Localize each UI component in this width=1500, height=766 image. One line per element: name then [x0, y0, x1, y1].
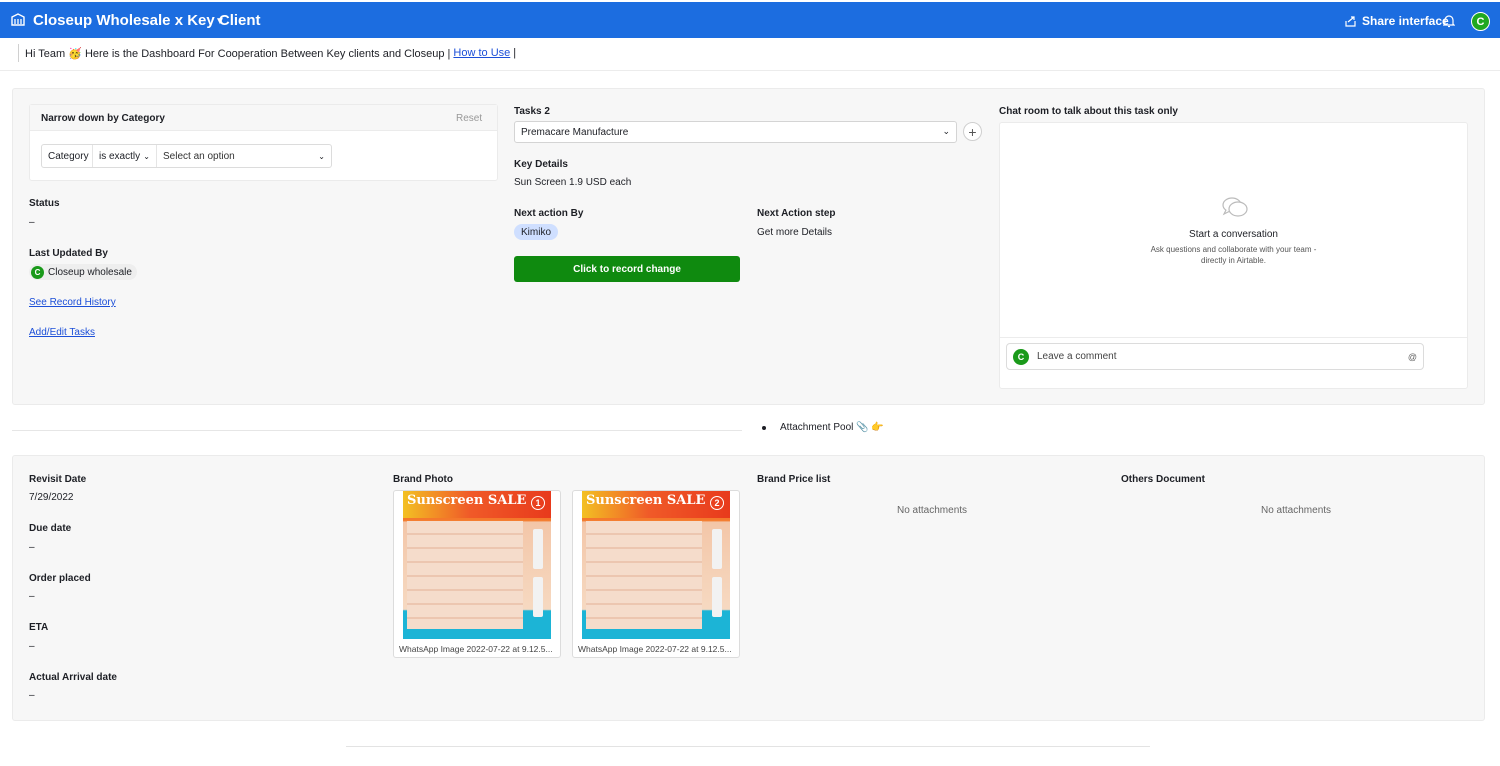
filter-header: Narrow down by Category Reset — [30, 105, 497, 131]
filter-field: Category — [42, 145, 93, 167]
key-details-value: Sun Screen 1.9 USD each — [514, 177, 632, 188]
due-date-label: Due date — [29, 523, 72, 534]
mention-icon[interactable]: @ — [1408, 352, 1417, 362]
interface-title[interactable]: Closeup Wholesale x Key Client — [33, 12, 261, 29]
how-to-use-link[interactable]: How to Use — [453, 47, 510, 59]
banner-text: Hi Team 🥳 Here is the Dashboard For Coop… — [25, 47, 451, 60]
banner-separator: | — [513, 47, 517, 59]
brand-photo-attachment[interactable]: Sunscreen SALE 1 WhatsApp Image 2022-07-… — [393, 490, 561, 658]
actual-arrival-label: Actual Arrival date — [29, 672, 117, 683]
eta-label: ETA — [29, 622, 49, 633]
filter-operator-label: is exactly — [99, 150, 141, 162]
others-document-label: Others Document — [1121, 474, 1205, 485]
brand-photo-image: Sunscreen SALE 2 — [582, 491, 730, 639]
attachment-pool-heading: Attachment Pool 📎 👉 — [762, 422, 884, 433]
brand-price-list-label: Brand Price list — [757, 474, 831, 485]
category-filter: Narrow down by Category Reset Category i… — [29, 104, 498, 181]
product-tube — [712, 577, 722, 617]
chevron-down-icon[interactable]: ▼ — [215, 16, 225, 27]
attachment-pool-label: Attachment Pool 📎 👉 — [780, 422, 884, 433]
chat-empty-title: Start a conversation — [1189, 229, 1278, 240]
revisit-date-value: 7/29/2022 — [29, 492, 74, 503]
add-edit-tasks-link[interactable]: Add/Edit Tasks — [29, 327, 95, 338]
filter-value-placeholder: Select an option — [163, 150, 235, 162]
top-bar: Closeup Wholesale x Key Client ▼ Share i… — [0, 2, 1500, 38]
key-details-label: Key Details — [514, 159, 568, 170]
filter-title: Narrow down by Category — [41, 113, 165, 124]
welcome-banner: Hi Team 🥳 Here is the Dashboard For Coop… — [18, 44, 516, 62]
price-list-empty: No attachments — [897, 505, 968, 516]
user-avatar[interactable]: C — [1471, 12, 1490, 31]
interface-icon[interactable] — [11, 13, 25, 26]
chat-divider — [1000, 337, 1467, 338]
add-task-button[interactable]: + — [963, 122, 982, 141]
brand-photo-label: Brand Photo — [393, 474, 453, 485]
bullet-icon — [762, 425, 766, 430]
last-updated-user: Closeup wholesale — [48, 266, 132, 278]
chat-empty-subtitle: Ask questions and collaborate with your … — [1000, 244, 1467, 266]
product-tube — [533, 577, 543, 617]
task-select[interactable]: Premacare Manufacture ⌄ — [514, 121, 957, 143]
promo-badge: 1 — [531, 496, 545, 510]
filter-condition: Category is exactly ⌄ Select an option ⌄ — [41, 144, 332, 168]
next-action-by-label: Next action By — [514, 208, 584, 219]
plus-icon: + — [968, 123, 977, 140]
share-interface-button[interactable]: Share interface — [1345, 14, 1449, 28]
promo-table — [586, 521, 702, 629]
conversation-icon — [1222, 197, 1248, 217]
user-avatar: C — [31, 265, 44, 279]
order-placed-value: – — [29, 591, 35, 602]
product-tube — [712, 529, 722, 569]
record-change-button[interactable]: Click to record change — [514, 256, 740, 282]
chat-subtitle-line2: directly in Airtable. — [1201, 256, 1266, 265]
user-avatar: C — [1013, 349, 1029, 365]
due-date-value: – — [29, 542, 35, 553]
status-value: – — [29, 217, 35, 228]
revisit-date-label: Revisit Date — [29, 474, 87, 485]
product-tube — [533, 529, 543, 569]
others-document-empty: No attachments — [1261, 505, 1332, 516]
footer-divider — [346, 746, 1150, 747]
actual-arrival-value: – — [29, 690, 35, 701]
brand-photo-image: Sunscreen SALE 1 — [403, 491, 551, 639]
task-selected-value: Premacare Manufacture — [521, 126, 629, 138]
banner-divider — [0, 70, 1500, 71]
chat-empty-state: Start a conversation Ask questions and c… — [1000, 195, 1467, 266]
attachment-caption: WhatsApp Image 2022-07-22 at 9.12.5... — [399, 644, 553, 654]
filter-value-select[interactable]: Select an option ⌄ — [157, 145, 331, 167]
see-record-history-link[interactable]: See Record History — [29, 297, 116, 308]
chat-subtitle-line1: Ask questions and collaborate with your … — [1150, 245, 1317, 254]
chat-room-label: Chat room to talk about this task only — [999, 106, 1178, 117]
chevron-down-icon: ⌄ — [143, 151, 150, 161]
share-interface-label: Share interface — [1362, 14, 1449, 28]
brand-photo-attachment[interactable]: Sunscreen SALE 2 WhatsApp Image 2022-07-… — [572, 490, 740, 658]
eta-value: – — [29, 641, 35, 652]
next-action-step-label: Next Action step — [757, 208, 836, 219]
filter-operator-select[interactable]: is exactly ⌄ — [93, 145, 157, 167]
comment-placeholder: Leave a comment — [1037, 351, 1117, 362]
share-icon — [1345, 15, 1356, 27]
promo-sale-text: Sunscreen SALE — [586, 493, 706, 508]
next-action-by-pill: Kimiko — [514, 224, 559, 240]
order-placed-label: Order placed — [29, 573, 91, 584]
attachments-panel — [12, 455, 1485, 721]
section-divider — [12, 430, 742, 431]
reset-button[interactable]: Reset — [456, 113, 482, 124]
comment-input[interactable]: C Leave a comment @ — [1006, 343, 1424, 370]
notifications-bell-icon[interactable] — [1443, 14, 1455, 28]
next-action-step-value: Get more Details — [757, 227, 833, 238]
chevron-down-icon: ⌄ — [318, 151, 325, 161]
tasks-label: Tasks 2 — [514, 106, 550, 117]
last-updated-user-chip: C Closeup wholesale — [29, 264, 137, 280]
last-updated-label: Last Updated By — [29, 248, 108, 259]
chevron-down-icon: ⌄ — [942, 126, 950, 136]
promo-table — [407, 521, 523, 629]
promo-sale-text: Sunscreen SALE — [407, 493, 527, 508]
status-label: Status — [29, 198, 60, 209]
attachment-caption: WhatsApp Image 2022-07-22 at 9.12.5... — [578, 644, 732, 654]
promo-badge: 2 — [710, 496, 724, 510]
chat-room: Start a conversation Ask questions and c… — [999, 122, 1468, 389]
